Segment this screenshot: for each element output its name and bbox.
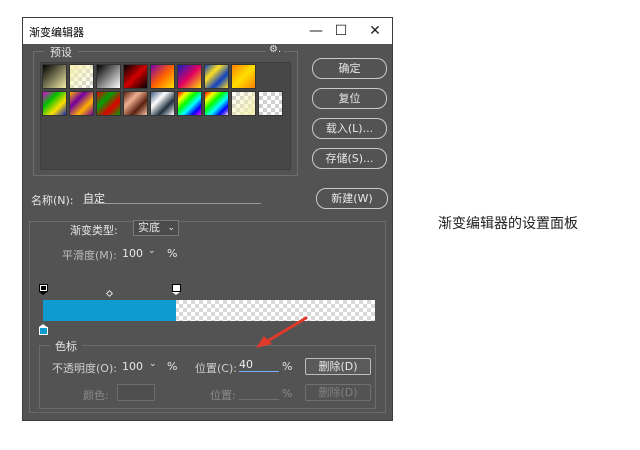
load-button[interactable]: 载入(L)... bbox=[312, 118, 387, 139]
smoothness-unit: % bbox=[167, 247, 178, 260]
new-button[interactable]: 新建(W) bbox=[316, 188, 388, 209]
gradient-preview-bar[interactable] bbox=[43, 300, 375, 321]
preset-swatch[interactable] bbox=[69, 91, 94, 116]
location-label: 位置(C): bbox=[195, 362, 237, 375]
color-location-unit: % bbox=[282, 387, 293, 400]
annotation-arrow bbox=[256, 316, 308, 348]
chevron-down-icon[interactable]: ⌄ bbox=[148, 246, 156, 256]
preset-swatch[interactable] bbox=[231, 91, 256, 116]
caption-text: 渐变编辑器的设置面板 bbox=[438, 216, 578, 232]
ok-button[interactable]: 确定 bbox=[312, 58, 387, 79]
midpoint-diamond-icon[interactable] bbox=[105, 289, 114, 298]
preset-swatch[interactable] bbox=[258, 91, 283, 116]
preset-swatch[interactable] bbox=[177, 64, 202, 89]
preset-swatch[interactable] bbox=[42, 64, 67, 89]
preset-swatch[interactable] bbox=[123, 91, 148, 116]
smoothness-label: 平滑度(M): bbox=[62, 249, 117, 262]
preset-swatch[interactable] bbox=[69, 64, 94, 89]
location-value: 40 bbox=[239, 358, 253, 371]
color-location-field bbox=[239, 386, 279, 400]
chevron-down-icon: ⌄ bbox=[167, 223, 175, 233]
reset-button[interactable]: 复位 bbox=[312, 88, 387, 109]
color-location-label: 位置: bbox=[210, 389, 236, 402]
delete-opacity-stop-button[interactable]: 删除(D) bbox=[305, 358, 371, 375]
presets-panel: 预设 ⚙. bbox=[33, 44, 298, 176]
stops-group: 色标 不透明度(O): 100 ⌄ % 位置(C): 40 % 删除(D) 颜色… bbox=[39, 338, 376, 409]
preset-swatch[interactable] bbox=[150, 91, 175, 116]
title-bar: 渐变编辑器 — ☐ ✕ bbox=[23, 18, 392, 44]
stops-group-label: 色标 bbox=[50, 338, 82, 354]
opacity-stop-marker-selected[interactable] bbox=[172, 284, 181, 295]
gradient-type-select[interactable]: 实底 ⌄ bbox=[133, 220, 179, 236]
opacity-label: 不透明度(O): bbox=[52, 362, 117, 375]
gradient-type-label: 渐变类型: bbox=[70, 224, 118, 237]
close-icon[interactable]: ✕ bbox=[365, 21, 385, 41]
window-title: 渐变编辑器 bbox=[29, 26, 84, 39]
opacity-value[interactable]: 100 bbox=[122, 360, 143, 373]
preset-swatch[interactable] bbox=[150, 64, 175, 89]
name-label: 名称(N): bbox=[31, 194, 74, 207]
location-unit: % bbox=[282, 360, 293, 373]
presets-gear-icon[interactable]: ⚙. bbox=[266, 44, 285, 55]
preset-swatch[interactable] bbox=[96, 91, 121, 116]
color-swatch-field bbox=[117, 384, 155, 401]
smoothness-value[interactable]: 100 bbox=[122, 247, 143, 260]
presets-swatch-area bbox=[40, 62, 291, 170]
chevron-down-icon[interactable]: ⌄ bbox=[149, 359, 157, 369]
delete-color-stop-button: 删除(D) bbox=[305, 384, 371, 401]
preset-swatch[interactable] bbox=[177, 91, 202, 116]
gradient-solid-fill bbox=[43, 300, 176, 321]
preset-swatch[interactable] bbox=[96, 64, 121, 89]
name-value: 自定 bbox=[83, 192, 105, 205]
preset-swatch[interactable] bbox=[204, 91, 229, 116]
gradient-bar-area bbox=[39, 264, 375, 335]
opacity-unit: % bbox=[167, 360, 178, 373]
gradient-type-value: 实底 bbox=[138, 221, 160, 234]
presets-label: 预设 bbox=[44, 44, 78, 60]
preset-swatch[interactable] bbox=[231, 64, 256, 89]
preset-swatch[interactable] bbox=[204, 64, 229, 89]
name-field[interactable]: 自定 bbox=[83, 190, 261, 205]
opacity-stop-marker[interactable] bbox=[39, 284, 48, 295]
maximize-icon[interactable]: ☐ bbox=[331, 21, 351, 41]
gradient-editor-window: 渐变编辑器 — ☐ ✕ 预设 ⚙. 确定 复位 载入(L)... 存储(S)..… bbox=[22, 17, 393, 421]
color-stop-marker[interactable] bbox=[39, 324, 48, 336]
minimize-icon[interactable]: — bbox=[306, 21, 326, 41]
annotation-arrow-head bbox=[256, 336, 272, 348]
color-label: 颜色: bbox=[83, 389, 109, 402]
save-button[interactable]: 存储(S)... bbox=[312, 148, 387, 169]
location-field[interactable]: 40 bbox=[239, 358, 279, 372]
gradient-settings-panel: 渐变类型: 实底 ⌄ 平滑度(M): 100 ⌄ % 色标 不透明度(O): 1… bbox=[29, 220, 386, 413]
preset-swatch[interactable] bbox=[42, 91, 67, 116]
preset-swatch[interactable] bbox=[123, 64, 148, 89]
annotation-arrow-shaft bbox=[264, 316, 308, 344]
